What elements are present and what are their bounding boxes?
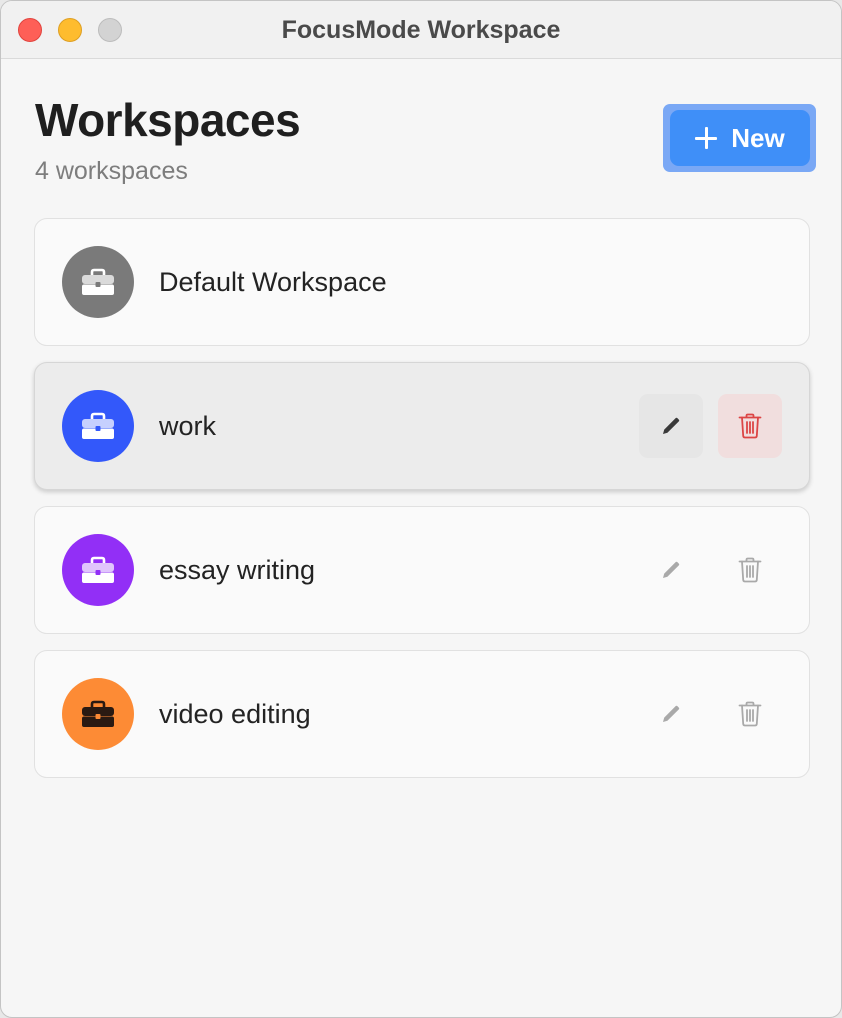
workspace-card[interactable]: essay writing [34, 506, 810, 634]
trash-icon [738, 701, 762, 727]
briefcase-icon [82, 412, 114, 439]
workspace-avatar [62, 246, 134, 318]
workspace-avatar [62, 678, 134, 750]
workspace-name: work [159, 411, 217, 441]
workspace-count: 4 workspaces [35, 157, 188, 185]
workspace-name: Default Workspace [159, 267, 387, 297]
app-window: FocusMode Workspace Workspaces 4 workspa… [0, 0, 842, 1018]
page-title: Workspaces [35, 94, 301, 146]
workspace-name: essay writing [159, 555, 316, 585]
edit-workspace-button[interactable] [639, 394, 703, 458]
edit-workspace-button[interactable] [639, 682, 703, 746]
edit-workspace-button[interactable] [639, 538, 703, 602]
trash-icon [738, 413, 762, 439]
pencil-icon [663, 417, 680, 434]
pencil-icon [663, 705, 680, 722]
workspace-name: video editing [159, 699, 311, 729]
briefcase-icon [82, 700, 114, 727]
new-workspace-button[interactable]: New [670, 110, 810, 166]
workspace-avatar [62, 534, 134, 606]
workspace-card[interactable]: Default Workspace [34, 218, 810, 346]
pencil-icon [663, 561, 680, 578]
title-bar: FocusMode Workspace [1, 1, 841, 59]
delete-workspace-button[interactable] [718, 394, 782, 458]
workspace-card[interactable]: work [34, 362, 810, 490]
workspace-avatar [62, 390, 134, 462]
briefcase-icon [82, 556, 114, 583]
window-title: FocusMode Workspace [281, 16, 561, 44]
delete-workspace-button[interactable] [718, 682, 782, 746]
new-button-label: New [731, 123, 785, 153]
delete-workspace-button[interactable] [718, 538, 782, 602]
plus-icon [695, 127, 718, 149]
workspace-card[interactable]: video editing [34, 650, 810, 778]
briefcase-icon [82, 268, 114, 295]
trash-icon [738, 557, 762, 583]
